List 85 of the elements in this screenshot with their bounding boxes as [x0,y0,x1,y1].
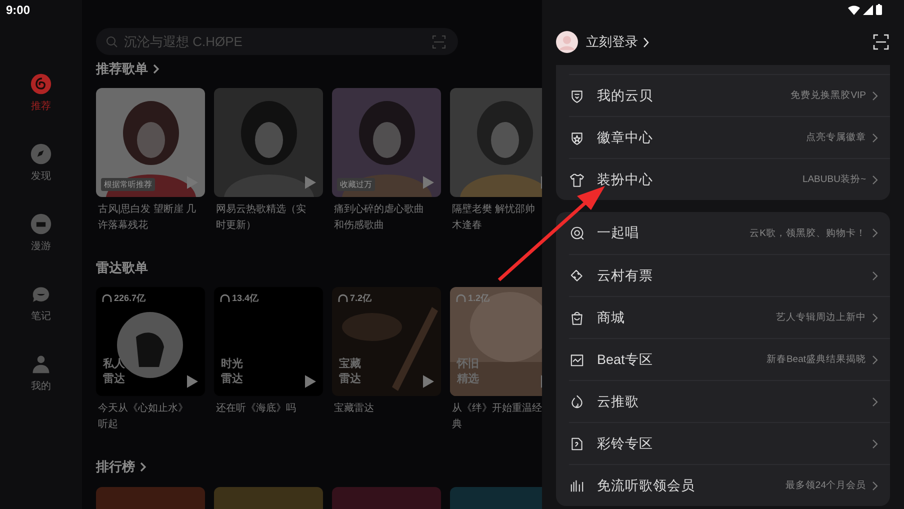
menu-item[interactable]: 商城 艺人专辑周边上新中 [569,296,890,338]
headphones-icon [456,294,466,303]
chevron-icon [872,438,878,448]
sidebar-tab[interactable]: 推荐 [30,73,52,113]
playlist-title[interactable]: 从《绊》开始重温经典 [450,401,542,433]
menu-item[interactable]: 免流听歌领会员 最多领24个月会员 [569,464,890,506]
avatar[interactable] [556,31,578,53]
menu-icon [569,130,585,146]
cover-label: 时光 雷达 [221,357,243,387]
menu-hint: 最多领24个月会员 [785,479,866,492]
playlist-title[interactable]: 宝藏雷达 [332,401,433,433]
play-count-text: 226.7亿 [114,292,146,305]
menu-item[interactable]: 彩铃专区 [569,422,890,464]
menu-item[interactable]: 一起唱 云K歌，领黑胶、购物卡！ [569,212,890,254]
menu-icon [569,394,585,410]
login-link[interactable]: 立刻登录 [586,33,638,51]
menu-hint: 点亮专属徽章 [806,131,866,144]
nav-icon [30,353,52,375]
playlist-title[interactable]: 今天从《心如止水》听起 [96,401,197,433]
playlist-title[interactable]: 网易云热歌精选（实时更新） [214,202,315,234]
headphones-icon [220,294,230,303]
menu-hint: 艺人专辑周边上新中 [776,311,866,324]
nav-icon [30,213,52,235]
menu-icon [569,436,585,452]
chevron-icon [872,90,878,100]
menu-icon [569,352,585,368]
menu-icon [569,268,585,284]
chevron-icon [872,354,878,364]
menu-item[interactable]: 云村有票 [569,254,890,296]
menu-hint: 免费兑换黑胶VIP [790,89,866,102]
chevron-icon [872,312,878,322]
playlist-tag: 根据常听推荐 [101,178,155,191]
wifi-icon [848,4,860,14]
play-icon[interactable] [187,375,198,388]
menu-hint: LABUBU装扮~ [802,173,866,186]
chevron-icon [872,270,878,280]
sidebar-tab[interactable]: 我的 [30,353,52,393]
playlist-title[interactable]: 还在听《海底》吗 [214,401,315,433]
menu-icon [569,88,585,104]
menu-hint: 新春Beat盛典结果揭晓 [766,353,866,366]
playlist-title[interactable]: 古风|思白发 望断崖 几许落幕残花 [96,202,197,234]
headphones-icon [102,294,112,303]
play-icon[interactable] [187,176,198,189]
cover-label: 宝藏 雷达 [339,357,361,387]
cover-label: 私人 雷达 [103,357,125,387]
menu-icon [569,310,585,326]
playlist-tag: 收藏过万 [337,178,375,191]
menu-item[interactable]: 我的云贝 免费兑换黑胶VIP [569,74,890,116]
play-count-text: 13.4亿 [232,292,259,305]
sidebar-tab[interactable]: 漫游 [30,213,52,253]
play-icon[interactable] [305,176,316,189]
nav-icon [30,73,52,95]
play-count-text: 7.2亿 [350,292,372,305]
menu-item[interactable]: Beat专区 新春Beat盛典结果揭晓 [569,338,890,380]
headphones-icon [338,294,348,303]
section-title: 雷达歌单 [96,259,148,277]
chevron-icon [872,396,878,406]
cover-label: 怀旧 精选 [457,357,479,387]
chevron-icon [872,174,878,184]
play-icon[interactable] [423,176,434,189]
chevron-icon[interactable] [140,462,147,472]
play-icon[interactable] [423,375,434,388]
nav-icon [30,143,52,165]
menu-item[interactable]: 徽章中心 点亮专属徽章 [569,116,890,158]
play-icon[interactable] [305,375,316,388]
battery-icon [876,4,882,15]
menu-icon [569,225,585,241]
search-icon [106,36,118,48]
menu-icon [569,172,585,188]
section-title: 推荐歌单 [96,60,148,78]
sidebar-tab[interactable]: 笔记 [30,283,52,323]
chevron-icon [872,132,878,142]
status-time: 9:00 [6,3,30,17]
signal-icon [863,4,873,14]
playlist-title[interactable]: 痛到心碎的虐心歌曲和伤感歌曲 [332,202,433,234]
chevron-icon [872,480,878,490]
menu-icon [569,478,585,494]
playlist-title[interactable]: 隔壁老樊 解忧邵帅木逢春 [450,202,542,234]
play-count-text: 1.2亿 [468,292,490,305]
menu-item[interactable]: 云推歌 [569,380,890,422]
menu-hint: 云K歌，领黑胶、购物卡！ [750,226,866,240]
sidebar-tab[interactable]: 发现 [30,143,52,183]
section-title: 排行榜 [96,458,135,476]
chevron-icon [872,228,878,238]
chevron-icon[interactable] [153,64,160,74]
